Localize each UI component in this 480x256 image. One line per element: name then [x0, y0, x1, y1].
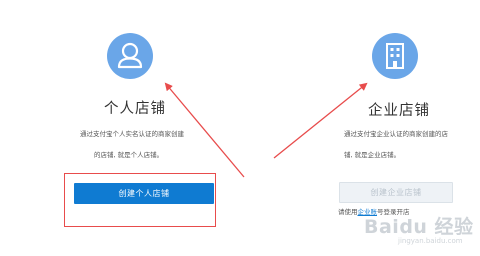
watermark-logo: Baidu 经验 [364, 216, 474, 238]
baidu-jingyan-watermark: Baidu 经验 jingyan.baidu.com [364, 212, 474, 252]
arrow-to-user-icon [164, 82, 245, 178]
watermark-url: jingyan.baidu.com [398, 237, 463, 245]
arrow-to-building-icon [273, 82, 368, 159]
